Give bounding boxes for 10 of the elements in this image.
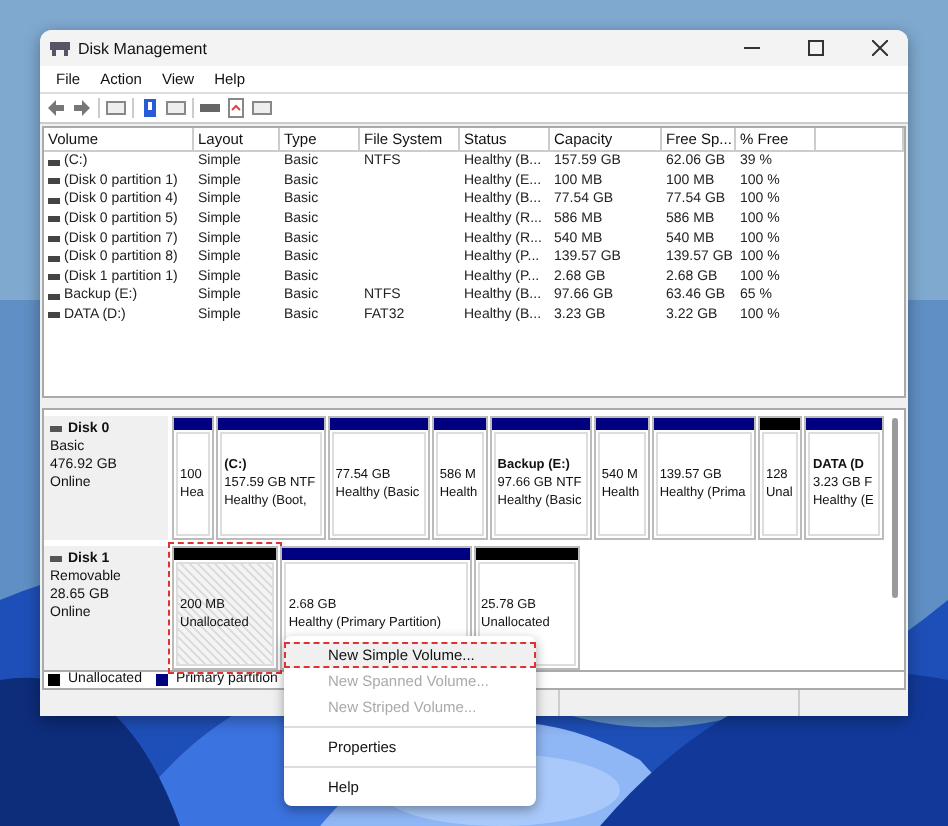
close-icon: [872, 40, 888, 56]
window-title: Disk Management: [78, 39, 209, 57]
forward-icon[interactable]: [72, 97, 92, 118]
panel-icon[interactable]: [166, 97, 186, 118]
panel-icon[interactable]: [106, 97, 126, 118]
document-icon[interactable]: [226, 97, 246, 118]
panel-icon[interactable]: [252, 97, 272, 118]
help-icon[interactable]: [140, 97, 160, 118]
back-icon[interactable]: [46, 97, 66, 118]
maximize-icon: [808, 40, 824, 56]
